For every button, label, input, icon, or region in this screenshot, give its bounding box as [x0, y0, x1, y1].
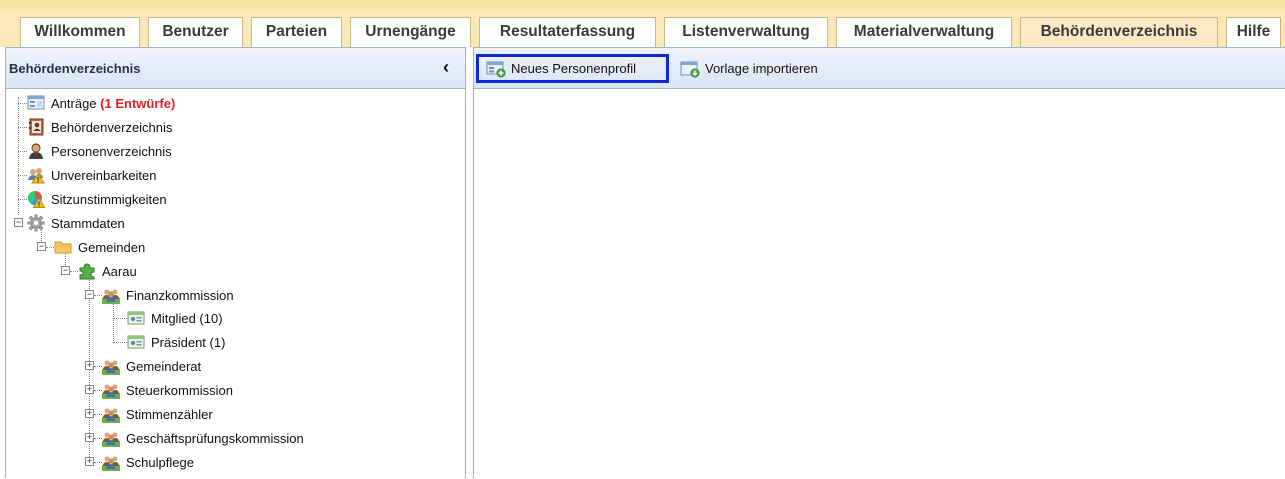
tree-item-label: Unvereinbarkeiten [51, 167, 157, 183]
folder-icon [54, 238, 72, 256]
tree-view: − − − − + + + + + Anträge (1 Entwürfe) B… [6, 89, 465, 479]
group-icon [102, 286, 120, 304]
tree-item-aarau[interactable]: Aarau [78, 260, 137, 282]
tree-item-behoerdenverzeichnis[interactable]: Behördenverzeichnis [27, 116, 172, 138]
expand-gemeinderat-toggle[interactable]: + [85, 361, 94, 370]
tab-benutzer[interactable]: Benutzer [148, 17, 243, 47]
warning-persons-icon [27, 166, 45, 184]
group-icon [102, 429, 120, 447]
content-panel: Neues Personenprofil Vorlage importieren [473, 47, 1285, 478]
tree-item-label: Mitglied (10) [151, 310, 223, 326]
tab-behoerdenverzeichnis[interactable]: Behördenverzeichnis [1020, 17, 1218, 47]
puzzle-icon [78, 262, 96, 280]
tree-item-stammdaten[interactable]: Stammdaten [27, 212, 125, 234]
address-book-icon [27, 118, 45, 136]
expand-stimmenzaehler-toggle[interactable]: + [85, 409, 94, 418]
tree-item-steuerkommission[interactable]: Steuerkommission [102, 379, 233, 401]
tree-item-praesident[interactable]: Präsident (1) [127, 331, 225, 353]
tree-item-label: Sitzunstimmigkeiten [51, 191, 167, 207]
tab-urnengaenge[interactable]: Urnengänge [350, 17, 471, 47]
content-toolbar: Neues Personenprofil Vorlage importieren [474, 48, 1285, 89]
tree-item-gemeinden[interactable]: Gemeinden [54, 236, 145, 258]
tree-item-gemeinderat[interactable]: Gemeinderat [102, 355, 201, 377]
tree-item-unvereinbarkeiten[interactable]: Unvereinbarkeiten [27, 164, 157, 186]
person-icon [27, 142, 45, 160]
group-icon [102, 381, 120, 399]
expand-steuerkommission-toggle[interactable]: + [85, 385, 94, 394]
tab-materialverwaltung[interactable]: Materialverwaltung [836, 17, 1012, 47]
main-tab-bar: Willkommen Benutzer Parteien Urnengänge … [0, 0, 1285, 47]
expand-geschaeftspruefungskommission-toggle[interactable]: + [85, 433, 94, 442]
tree-item-label: Geschäftsprüfungskommission [126, 430, 304, 446]
tree-item-sitzunstimmigkeiten[interactable]: Sitzunstimmigkeiten [27, 188, 167, 210]
collapse-aarau-toggle[interactable]: − [61, 266, 70, 275]
chevron-left-icon[interactable]: ‹ [437, 57, 455, 77]
tree-item-label: Präsident (1) [151, 334, 226, 350]
tree-item-schulpflege[interactable]: Schulpflege [102, 451, 194, 473]
tree-item-label: Stammdaten [51, 215, 125, 231]
collapse-stammdaten-toggle[interactable]: − [14, 218, 23, 227]
tab-resultaterfassung[interactable]: Resultaterfassung [479, 17, 656, 47]
panel-title: Behördenverzeichnis [9, 61, 141, 76]
tree-item-label: Schulpflege [126, 454, 194, 470]
draft-count: (1 Entwürfe) [100, 95, 176, 111]
tree-item-antraege[interactable]: Anträge (1 Entwürfe) [27, 92, 175, 114]
tree-item-label: Aarau [102, 263, 137, 279]
import-icon [680, 60, 700, 78]
tab-parteien[interactable]: Parteien [251, 17, 342, 47]
expand-schulpflege-toggle[interactable]: + [85, 457, 94, 466]
tree-item-label: Anträge [51, 95, 97, 111]
navigation-panel-header: Behördenverzeichnis ‹ [6, 48, 465, 89]
tree-item-label: Steuerkommission [126, 382, 233, 398]
gear-icon [27, 214, 45, 232]
tree-item-finanzkommission[interactable]: Finanzkommission [102, 284, 234, 306]
group-icon [102, 405, 120, 423]
collapse-finanzkommission-toggle[interactable]: − [85, 290, 94, 299]
new-person-profile-label: Neues Personenprofil [511, 61, 637, 76]
tree-item-label: Gemeinden [78, 239, 146, 255]
new-profile-icon [486, 60, 506, 78]
navigation-panel: Behördenverzeichnis ‹ − − − − + + + + + [5, 47, 466, 478]
role-icon [127, 309, 145, 327]
tree-item-mitglied[interactable]: Mitglied (10) [127, 307, 223, 329]
tab-listenverwaltung[interactable]: Listenverwaltung [664, 17, 828, 47]
tree-item-label: Behördenverzeichnis [51, 119, 173, 135]
import-template-label: Vorlage importieren [705, 61, 818, 76]
group-icon [102, 453, 120, 471]
tree-item-geschaeftspruefungskommission[interactable]: Geschäftsprüfungskommission [102, 427, 304, 449]
pie-warning-icon [27, 190, 46, 208]
new-person-profile-button[interactable]: Neues Personenprofil [476, 54, 669, 83]
tree-item-personenverzeichnis[interactable]: Personenverzeichnis [27, 140, 172, 162]
tree-item-label: Finanzkommission [126, 287, 234, 303]
tree-item-stimmenzaehler[interactable]: Stimmenzähler [102, 403, 213, 425]
collapse-gemeinden-toggle[interactable]: − [37, 242, 46, 251]
import-template-button[interactable]: Vorlage importieren [677, 54, 818, 83]
tree-item-label: Personenverzeichnis [51, 143, 172, 159]
role-icon [127, 333, 145, 351]
tab-willkommen[interactable]: Willkommen [20, 17, 140, 47]
tree-item-label: Gemeinderat [126, 358, 202, 374]
tab-hilfe[interactable]: Hilfe [1226, 17, 1281, 47]
group-icon [102, 357, 120, 375]
tree-item-label: Stimmenzähler [126, 406, 213, 422]
form-icon [27, 94, 45, 112]
